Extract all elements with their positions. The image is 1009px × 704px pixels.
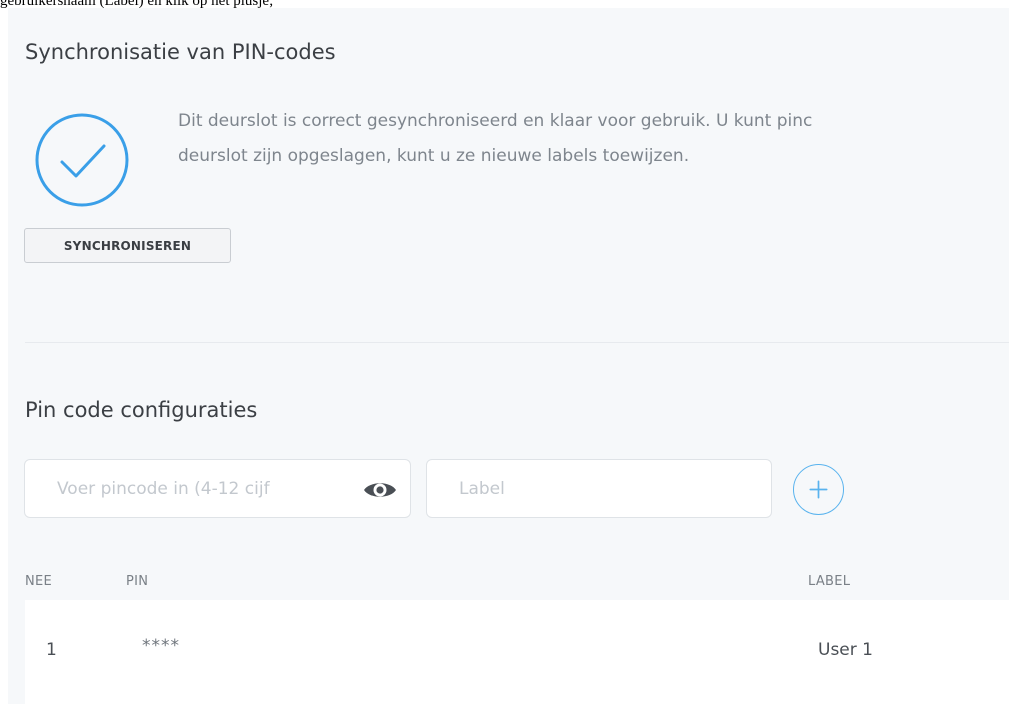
row-number: 1 <box>46 640 57 660</box>
column-header-pin: PIN <box>126 574 149 589</box>
plus-icon <box>809 480 828 499</box>
page-caption: gebruikersnaam (Label) en klik op het pl… <box>0 0 274 8</box>
label-input[interactable] <box>427 460 771 517</box>
synchronize-button[interactable]: SYNCHRONISEREN <box>24 228 231 263</box>
section-divider <box>25 342 1009 343</box>
sync-description-line: Dit deurslot is correct gesynchroniseerd… <box>178 111 813 131</box>
label-input-wrapper <box>426 459 772 518</box>
pin-config-title: Pin code configuraties <box>25 398 258 422</box>
column-header-nee: NEE <box>25 574 53 589</box>
sync-status-description: Dit deurslot is correct gesynchroniseerd… <box>178 104 1009 174</box>
sync-description-line: deurslot zijn opgeslagen, kunt u ze nieu… <box>178 146 690 166</box>
check-circle-icon <box>35 113 129 207</box>
row-pin: **** <box>142 636 180 656</box>
table-row[interactable]: 1 **** User 1 <box>25 600 1009 704</box>
pin-input-wrapper <box>24 459 411 518</box>
row-label: User 1 <box>818 640 873 660</box>
pin-input[interactable] <box>25 460 355 517</box>
column-header-label: LABEL <box>808 574 851 589</box>
eye-icon[interactable] <box>363 479 397 501</box>
add-pin-button[interactable] <box>793 464 844 515</box>
pin-code-panel: Synchronisatie van PIN-codes Dit deurslo… <box>8 8 1009 704</box>
sync-section-title: Synchronisatie van PIN-codes <box>25 40 336 64</box>
